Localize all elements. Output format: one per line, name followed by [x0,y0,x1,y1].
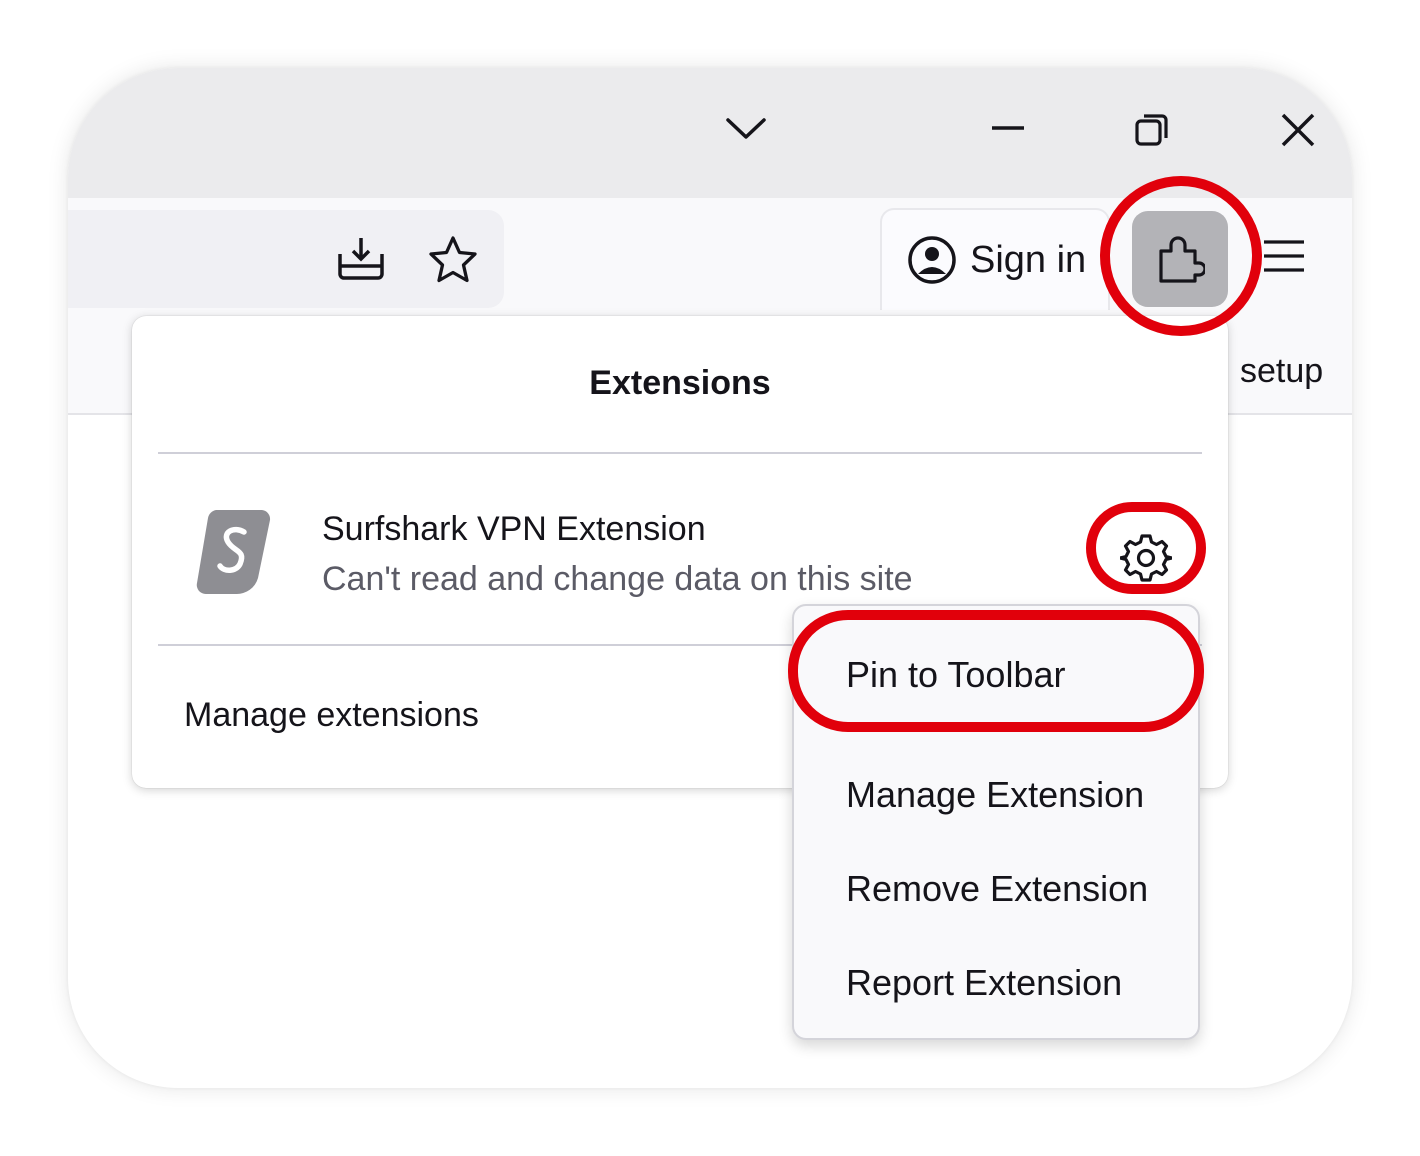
download-tray-icon [338,238,384,280]
menu-item-remove-extension[interactable]: Remove Extension [846,868,1148,910]
divider [158,452,1202,454]
surfshark-logo-icon [194,506,274,603]
sign-in-button[interactable]: Sign in [880,208,1110,310]
app-menu-button[interactable] [1262,236,1306,281]
extension-permission-status: Can't read and change data on this site [322,560,913,598]
panel-title: Extensions [589,364,771,402]
highlight-ring-extensions-button [1100,176,1262,336]
account-icon [908,236,956,284]
star-icon [429,236,477,283]
bookmark-item-setup[interactable]: setup [1240,352,1323,391]
close-icon [1281,113,1315,147]
minimize-icon [992,126,1024,130]
bookmark-star-button[interactable] [426,234,480,291]
highlight-ring-gear [1086,502,1206,594]
close-button[interactable] [1272,106,1324,154]
sign-in-label: Sign in [970,238,1087,281]
hamburger-menu-icon [1264,240,1304,272]
restore-button[interactable] [1126,106,1178,154]
restore-icon [1135,114,1168,146]
chevron-down-icon [726,118,766,139]
list-all-tabs-button[interactable] [720,108,772,148]
menu-item-manage-extension[interactable]: Manage Extension [846,774,1144,816]
highlight-ring-pin-to-toolbar [788,610,1204,732]
extension-name: Surfshark VPN Extension [322,510,706,548]
save-to-pocket-button[interactable] [334,234,388,289]
url-bar[interactable] [68,210,504,308]
menu-item-report-extension[interactable]: Report Extension [846,962,1122,1004]
minimize-button[interactable] [982,106,1034,150]
manage-extensions-button[interactable]: Manage extensions [184,696,479,735]
